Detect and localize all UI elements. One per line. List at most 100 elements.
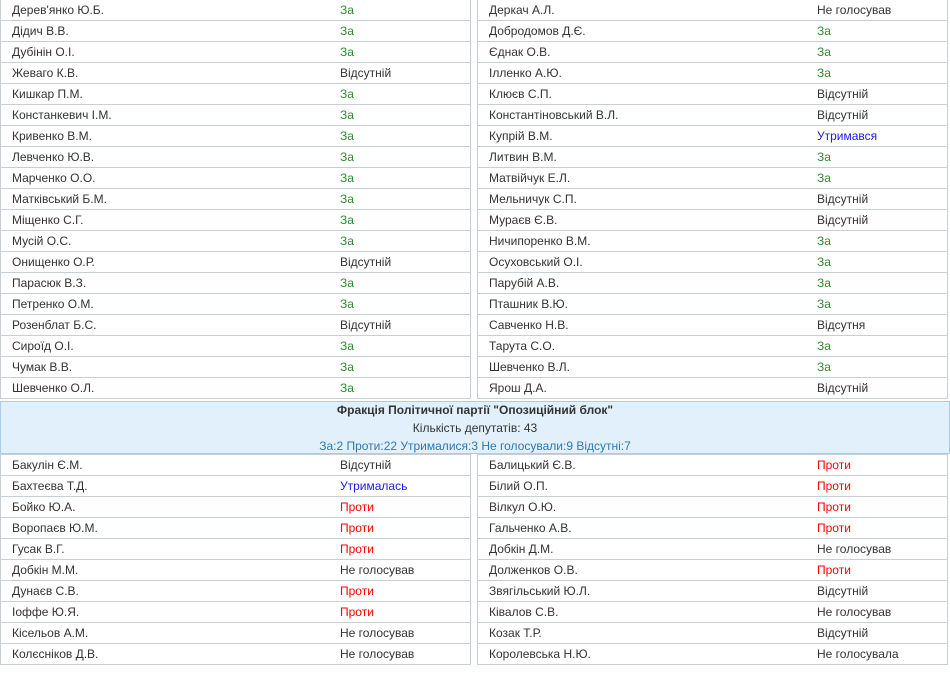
deputy-vote: За	[817, 360, 831, 374]
deputy-vote-row: Балицький Є.В. Проти	[477, 454, 948, 476]
deputy-name: Дерев'янко Ю.Б.	[12, 3, 104, 17]
deputy-vote: Не голосував	[340, 647, 415, 661]
faction-vote-stats: За:2 Проти:22 Утрималися:3 Не голосували…	[319, 438, 631, 453]
deputy-name: Тарута С.О.	[489, 339, 556, 353]
deputy-vote-row: Дідич В.В. За	[0, 21, 471, 42]
deputy-vote: За	[817, 255, 831, 269]
deputy-vote: За	[340, 171, 354, 185]
deputy-vote-row: Мураєв Є.В. Відсутній	[477, 210, 948, 231]
deputy-vote: Відсутній	[817, 584, 869, 598]
deputy-vote: Відсутній	[817, 192, 869, 206]
deputy-vote: Утримався	[817, 129, 878, 143]
deputy-vote-row: Деркач А.Л. Не голосував	[477, 0, 948, 21]
deputy-name: Пташник В.Ю.	[489, 297, 568, 311]
deputy-vote: За	[817, 45, 831, 59]
deputy-name: Ківалов С.В.	[489, 605, 559, 619]
deputy-name: Кривенко В.М.	[12, 129, 92, 143]
deputy-vote-row: Колєсніков Д.В. Не голосував	[0, 644, 471, 665]
deputy-vote-row: Осуховський О.І. За	[477, 252, 948, 273]
deputy-name: Добкін М.М.	[12, 563, 79, 577]
deputy-vote-row: Онищенко О.Р. Відсутній	[0, 252, 471, 273]
deputy-vote: Відсутній	[340, 458, 392, 472]
deputy-vote: Не голосувала	[817, 647, 899, 661]
deputy-vote-row: Савченко Н.В. Відсутня	[477, 315, 948, 336]
deputy-vote: За	[340, 3, 354, 17]
deputy-vote-row: Констанкевич І.М. За	[0, 105, 471, 126]
deputy-name: Мельничук С.П.	[489, 192, 577, 206]
deputy-vote: Не голосував	[340, 626, 415, 640]
deputy-vote-row: Добродомов Д.Є. За	[477, 21, 948, 42]
deputy-vote-row: Ярош Д.А. Відсутній	[477, 378, 948, 399]
deputy-vote: Відсутній	[817, 213, 869, 227]
deputy-vote-row: Чумак В.В. За	[0, 357, 471, 378]
deputy-vote-row: Константіновський В.Л. Відсутній	[477, 105, 948, 126]
deputy-vote-row: Пташник В.Ю. За	[477, 294, 948, 315]
faction-deputy-count: Кількість депутатів: 43	[412, 420, 538, 435]
deputy-vote: За	[817, 339, 831, 353]
deputy-name: Чумак В.В.	[12, 360, 73, 374]
deputy-name: Єднак О.В.	[489, 45, 551, 59]
deputy-name: Констанкевич І.М.	[12, 108, 112, 122]
deputy-vote-row: Левченко Ю.В. За	[0, 147, 471, 168]
deputy-vote: За	[340, 129, 354, 143]
deputy-name: Дубінін О.І.	[12, 45, 75, 59]
deputy-name: Матвійчук Е.Л.	[489, 171, 571, 185]
deputy-vote: За	[817, 66, 831, 80]
deputy-name: Левченко Ю.В.	[12, 150, 95, 164]
faction-title: Фракція Політичної партії "Опозиційний б…	[336, 402, 614, 417]
deputy-vote-row: Бойко Ю.А. Проти	[0, 497, 471, 518]
deputy-vote-row: Міщенко С.Г. За	[0, 210, 471, 231]
deputy-name: Осуховський О.І.	[489, 255, 583, 269]
deputy-vote-row: Воропаєв Ю.М. Проти	[0, 518, 471, 539]
deputy-vote-row: Мусій О.С. За	[0, 231, 471, 252]
deputy-name: Бакулін Є.М.	[12, 458, 83, 472]
deputy-vote-row: Литвин В.М. За	[477, 147, 948, 168]
deputy-name: Савченко Н.В.	[489, 318, 569, 332]
deputy-name: Міщенко С.Г.	[12, 213, 84, 227]
deputy-name: Кісельов А.М.	[12, 626, 89, 640]
deputy-vote: Проти	[817, 458, 851, 472]
deputy-vote-row: Марченко О.О. За	[0, 168, 471, 189]
deputy-vote: Відсутній	[817, 626, 869, 640]
deputy-vote-row: Ілленко А.Ю. За	[477, 63, 948, 84]
deputy-vote: За	[817, 276, 831, 290]
deputy-vote: Відсутній	[817, 381, 869, 395]
deputy-vote: Відсутній	[817, 108, 869, 122]
deputy-name: Мусій О.С.	[12, 234, 72, 248]
deputy-vote: Проти	[817, 563, 851, 577]
deputy-vote: За	[340, 192, 354, 206]
deputy-vote: За	[340, 276, 354, 290]
deputy-vote: Проти	[340, 584, 374, 598]
deputy-vote: За	[340, 297, 354, 311]
deputy-name: Деркач А.Л.	[489, 3, 555, 17]
deputy-vote-row: Дерев'янко Ю.Б. За	[0, 0, 471, 21]
deputy-vote-row: Дубінін О.І. За	[0, 42, 471, 63]
deputy-vote: Не голосував	[817, 605, 892, 619]
deputy-name: Розенблат Б.С.	[12, 318, 97, 332]
deputy-vote-row: Парасюк В.З. За	[0, 273, 471, 294]
deputy-vote-row: Бакулін Є.М. Відсутній	[0, 454, 471, 476]
deputy-name: Константіновський В.Л.	[489, 108, 619, 122]
deputy-vote: Проти	[340, 605, 374, 619]
deputy-vote: За	[340, 150, 354, 164]
deputy-vote-row: Кісельов А.М. Не голосував	[0, 623, 471, 644]
deputy-name: Жеваго К.В.	[12, 66, 79, 80]
deputy-vote: Відсутній	[340, 318, 392, 332]
deputy-vote-row: Матківський Б.М. За	[0, 189, 471, 210]
deputy-name: Онищенко О.Р.	[12, 255, 95, 269]
deputy-vote: За	[340, 87, 354, 101]
deputy-vote-row: Сироїд О.І. За	[0, 336, 471, 357]
deputy-name: Долженков О.В.	[489, 563, 578, 577]
deputy-vote-row: Королевська Н.Ю. Не голосувала	[477, 644, 948, 665]
deputy-vote: За	[817, 234, 831, 248]
deputy-vote: За	[817, 24, 831, 38]
deputy-vote-row: Вілкул О.Ю. Проти	[477, 497, 948, 518]
deputy-name: Гусак В.Г.	[12, 542, 65, 556]
deputy-vote-row: Гусак В.Г. Проти	[0, 539, 471, 560]
deputy-vote-row: Єднак О.В. За	[477, 42, 948, 63]
deputy-vote: За	[817, 297, 831, 311]
deputy-name: Парасюк В.З.	[12, 276, 87, 290]
deputy-vote: За	[340, 339, 354, 353]
deputy-vote: Проти	[817, 479, 851, 493]
deputy-vote: За	[817, 171, 831, 185]
